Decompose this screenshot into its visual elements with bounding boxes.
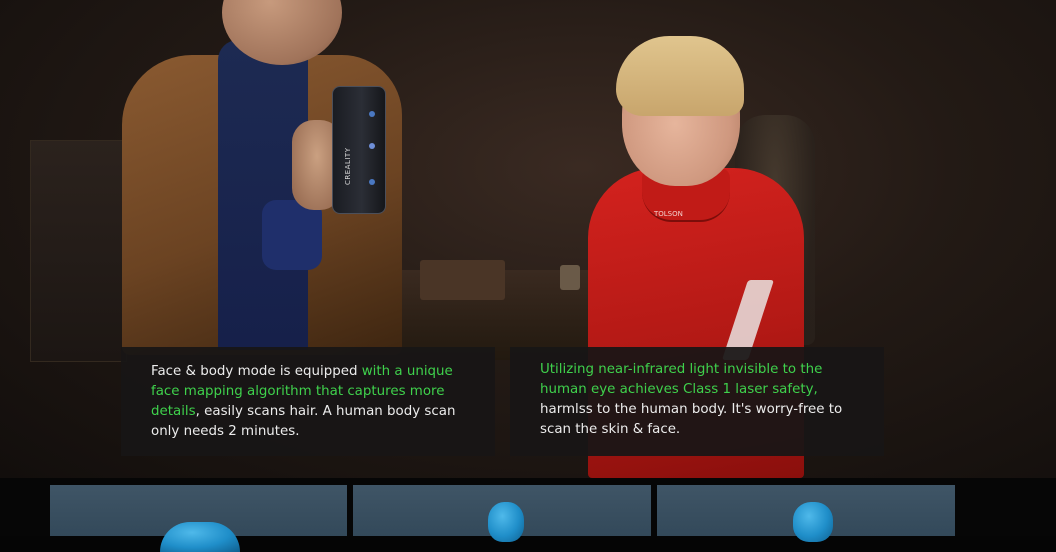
panel-text: Utilizing near-infrared light invisible … (540, 360, 870, 440)
scanner-brand-label: CREALITY (344, 147, 352, 185)
panel-text-highlight: Utilizing near-infrared light invisible … (540, 362, 823, 397)
background-lamp (560, 265, 580, 290)
panel-text-plain: harmlss to the human body. It's worry-fr… (540, 402, 843, 437)
info-panel-face-body-mode: Face & body mode is equipped with a uniq… (121, 347, 495, 456)
head-scan-model-icon (488, 502, 524, 542)
scanner-lens-icon (369, 111, 375, 117)
boy-hair (616, 36, 744, 116)
head-scan-model-icon (793, 502, 833, 542)
info-panel-laser-safety: Utilizing near-infrared light invisible … (510, 347, 884, 456)
background-door (30, 140, 127, 362)
panel-text-plain: , easily scans hair. A human body scan o… (151, 404, 456, 439)
panel-text-plain: Face & body mode is equipped (151, 364, 362, 379)
scanner-lens-icon (369, 179, 375, 185)
scanner-lens-icon (369, 143, 375, 149)
background-cabinet (420, 260, 505, 300)
man-sleeve (262, 200, 322, 270)
panel-text: Face & body mode is equipped with a uniq… (151, 362, 481, 442)
jacket-logo: TOLSON (654, 210, 683, 218)
